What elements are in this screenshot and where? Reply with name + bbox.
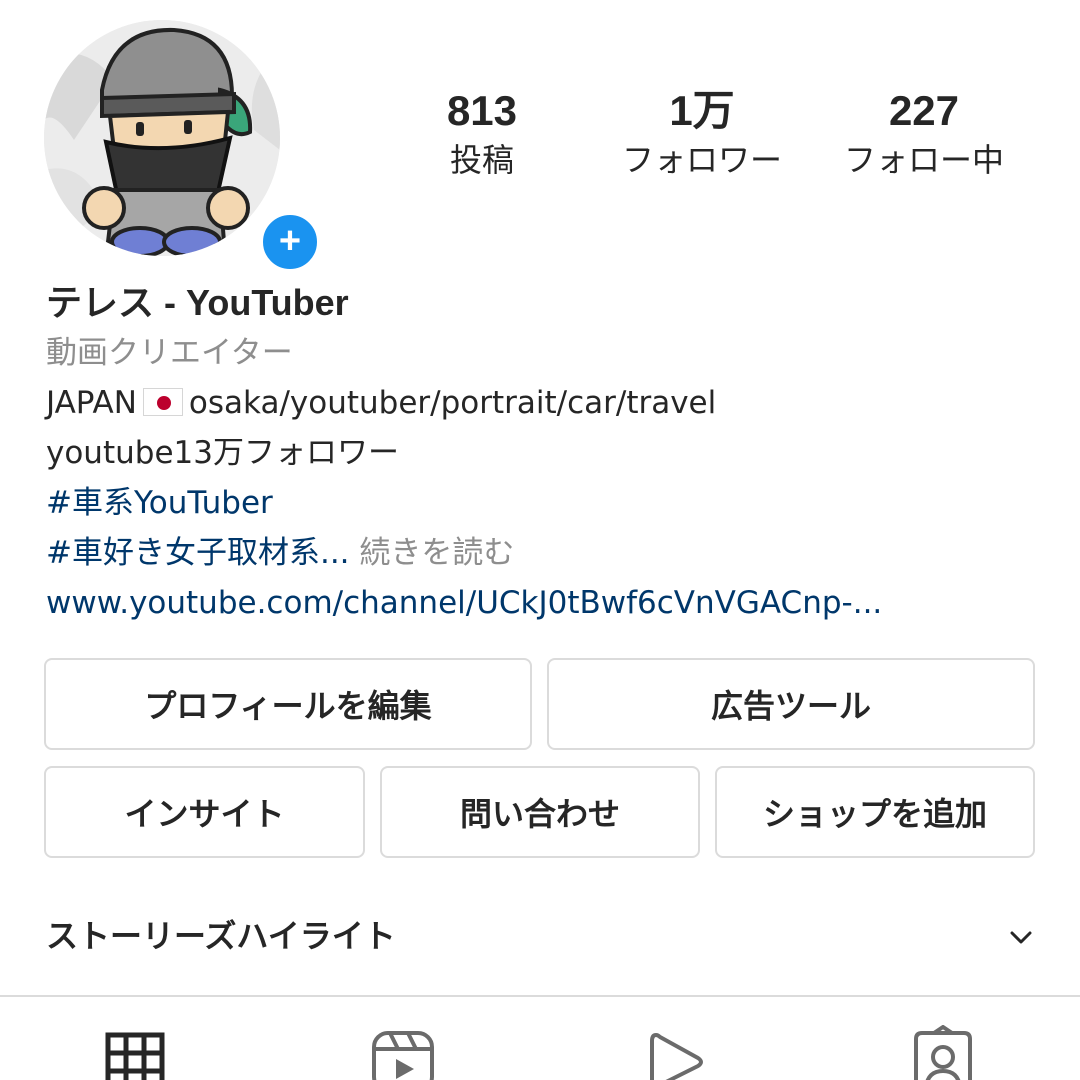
profile-name: テレス - YouTuber [46,282,349,323]
read-more-link[interactable]: 続きを読む [350,535,514,571]
tagged-user-icon[interactable] [908,1025,978,1080]
reels-icon[interactable] [368,1025,438,1080]
website-link[interactable]: www.youtube.com/channel/UCkJ0tBwf6cVnVGA… [46,578,1046,628]
ad-tools-button[interactable]: 広告ツール [547,658,1035,750]
avatar[interactable] [44,20,280,256]
stat-following-count: 227 [888,87,960,134]
stat-followers[interactable]: 1万 フォロワー [592,88,812,182]
edit-profile-button[interactable]: プロフィールを編集 [44,658,532,750]
profile-category: 動画クリエイター [46,335,293,371]
hashtag-link-1[interactable]: #車系YouTuber [46,478,1046,528]
stat-following[interactable]: 227 フォロー中 [814,88,1034,182]
bio-line-1: JAPAN osaka/youtuber/portrait/car/travel [46,378,1046,428]
bio-country: JAPAN [46,385,137,421]
stat-posts[interactable]: 813 投稿 [372,88,592,182]
story-highlights-title: ストーリーズハイライト [46,917,396,955]
profile-avatar-container[interactable]: + [44,20,322,274]
avatar-illustration [44,20,280,256]
hashtag-link-2[interactable]: #車好き女子取材系... [46,535,350,571]
add-shop-button[interactable]: ショップを追加 [715,766,1035,858]
stat-followers-count: 1万 [669,87,735,134]
contact-button[interactable]: 問い合わせ [380,766,700,858]
stat-posts-label: 投稿 [449,141,514,179]
grid-icon[interactable] [100,1025,170,1080]
stat-followers-label: フォロワー [621,141,782,179]
bio-tags: osaka/youtuber/portrait/car/travel [188,385,717,421]
video-play-icon[interactable] [640,1025,710,1080]
stat-posts-count: 813 [446,87,518,134]
stat-following-label: フォロー中 [843,141,1004,179]
profile-bio: テレス - YouTuber 動画クリエイター JAPAN osaka/youtu… [46,278,1046,628]
chevron-down-icon[interactable] [1008,924,1034,950]
insights-button[interactable]: インサイト [44,766,365,858]
bio-line-2: youtube13万フォロワー [46,435,399,471]
japan-flag-icon [142,388,183,416]
plus-icon: + [278,219,302,262]
tab-bar-divider [0,995,1080,997]
bio-line-hashtag-2: #車好き女子取材系... 続きを読む [46,528,1046,578]
profile-stats: 813 投稿 1万 フォロワー 227 フォロー中 [380,88,1060,198]
add-story-button[interactable]: + [258,210,322,274]
story-highlights-header[interactable]: ストーリーズハイライト [46,910,1036,962]
